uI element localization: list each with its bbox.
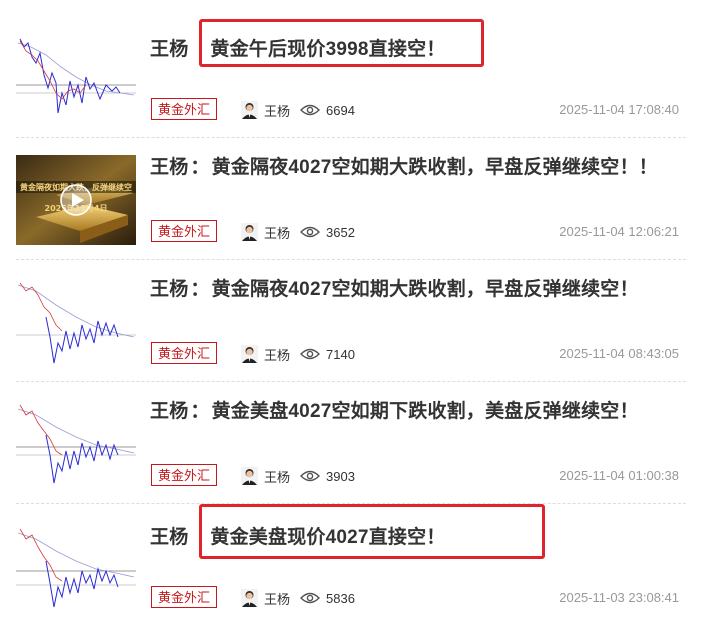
publish-date: 2025-11-04 17:08:40: [559, 102, 679, 117]
article-thumbnail[interactable]: [16, 33, 136, 123]
play-icon[interactable]: [60, 184, 92, 216]
article-thumbnail[interactable]: 黄金隔夜如期大跌，反弹继续空 2025年11月4日: [16, 155, 136, 245]
article-title[interactable]: 王杨：黄金隔夜4027空如期大跌收割，早盘反弹继续空！！: [150, 152, 658, 179]
title-separator: ：: [190, 157, 210, 178]
article-item[interactable]: 黄金隔夜如期大跌，反弹继续空 2025年11月4日 王杨：黄金隔夜4027空如期…: [0, 122, 705, 260]
chart-thumbnail-image: [16, 38, 136, 114]
eye-icon: [300, 348, 320, 360]
article-author-prefix: 王杨: [150, 279, 189, 300]
eye-icon: [300, 470, 320, 482]
views-number: 3652: [326, 224, 355, 240]
article-headline: 黄金隔夜4027空如期大跌收割，早盘反弹继续空！！: [211, 157, 658, 178]
views-number: 7140: [326, 346, 355, 362]
view-count: 3652: [300, 222, 355, 242]
article-author[interactable]: 王杨: [241, 100, 290, 120]
publish-date: 2025-11-03 23:08:41: [559, 590, 679, 605]
article-thumbnail[interactable]: [16, 277, 136, 367]
article-item[interactable]: 王杨 黄金午后现价3998直接空！ 黄金外汇 王杨 6694 2025-11-04…: [0, 0, 705, 138]
eye-icon: [300, 226, 320, 238]
author-name: 王杨: [264, 103, 291, 119]
category-tag[interactable]: 黄金外汇: [151, 464, 218, 486]
article-author[interactable]: 王杨: [241, 344, 290, 364]
article-author[interactable]: 王杨: [241, 466, 290, 486]
article-author-prefix: 王杨: [150, 39, 189, 60]
title-separator: ：: [190, 401, 210, 422]
article-headline: 黄金美盘4027空如期下跌收割，美盘反弹继续空！: [211, 401, 639, 422]
category-tag[interactable]: 黄金外汇: [151, 220, 218, 242]
author-name: 王杨: [264, 591, 291, 607]
chart-thumbnail-image: [16, 528, 136, 608]
publish-date: 2025-11-04 12:06:21: [559, 224, 679, 239]
chart-thumbnail-image: [16, 404, 136, 484]
view-count: 6694: [300, 100, 355, 120]
article-title[interactable]: 王杨：黄金隔夜4027空如期大跌收割，早盘反弹继续空！: [150, 274, 639, 301]
article-author-prefix: 王杨: [150, 157, 189, 178]
highlight-box: [199, 504, 545, 559]
article-item[interactable]: 王杨：黄金美盘4027空如期下跌收割，美盘反弹继续空！ 黄金外汇 王杨 3903…: [0, 366, 705, 504]
article-title[interactable]: 王杨：黄金美盘4027空如期下跌收割，美盘反弹继续空！: [150, 396, 639, 423]
chart-thumbnail-image: [16, 282, 136, 364]
avatar-icon: [241, 345, 258, 363]
avatar-icon: [241, 101, 258, 119]
highlight-box: [199, 19, 484, 67]
view-count: 5836: [300, 588, 355, 608]
article-author-prefix: 王杨: [150, 401, 189, 422]
avatar-icon: [241, 223, 258, 241]
avatar-icon: [241, 589, 258, 607]
views-number: 6694: [326, 102, 355, 118]
category-tag[interactable]: 黄金外汇: [151, 98, 218, 120]
article-headline: 黄金隔夜4027空如期大跌收割，早盘反弹继续空！: [211, 279, 639, 300]
eye-icon: [300, 592, 320, 604]
article-list: 王杨 黄金午后现价3998直接空！ 黄金外汇 王杨 6694 2025-11-04…: [0, 0, 705, 627]
article-author[interactable]: 王杨: [241, 588, 290, 608]
author-name: 王杨: [264, 225, 291, 241]
article-item[interactable]: 王杨 黄金美盘现价4027直接空！ 黄金外汇 王杨 5836 2025-11-03…: [0, 488, 705, 611]
article-thumbnail[interactable]: [16, 521, 136, 611]
views-number: 3903: [326, 468, 355, 484]
avatar-icon: [241, 467, 258, 485]
eye-icon: [300, 104, 320, 116]
article-item[interactable]: 王杨：黄金隔夜4027空如期大跌收割，早盘反弹继续空！ 黄金外汇 王杨 7140…: [0, 244, 705, 382]
author-name: 王杨: [264, 469, 291, 485]
category-tag[interactable]: 黄金外汇: [151, 342, 218, 364]
article-author[interactable]: 王杨: [241, 222, 290, 242]
view-count: 3903: [300, 466, 355, 486]
view-count: 7140: [300, 344, 355, 364]
publish-date: 2025-11-04 01:00:38: [559, 468, 679, 483]
views-number: 5836: [326, 590, 355, 606]
category-tag[interactable]: 黄金外汇: [151, 586, 218, 608]
article-author-prefix: 王杨: [150, 527, 189, 548]
publish-date: 2025-11-04 08:43:05: [559, 346, 679, 361]
title-separator: ：: [190, 279, 210, 300]
author-name: 王杨: [264, 347, 291, 363]
article-thumbnail[interactable]: [16, 399, 136, 489]
